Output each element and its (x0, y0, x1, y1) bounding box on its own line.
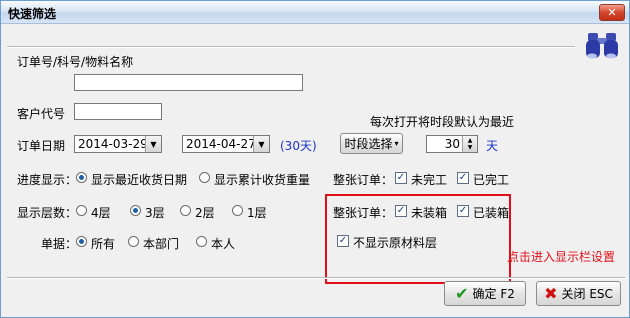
layer-option-3: 3层 (145, 206, 165, 220)
progress-label: 进度显示： (17, 173, 78, 187)
doc-option-all: 所有 (91, 237, 116, 251)
chevron-down-icon[interactable]: ▼ (253, 136, 269, 152)
radio-layer-4[interactable] (76, 205, 87, 216)
layer-option-4: 4层 (91, 206, 111, 220)
unfinished-label: 未完工 (411, 173, 448, 187)
start-date-value: 2014-03-29 (78, 137, 148, 151)
column-settings-link[interactable]: 点击进入显示栏设置 (507, 248, 615, 265)
radio-doc-self[interactable] (196, 236, 207, 247)
chevron-down-icon: ▾ (394, 139, 399, 148)
finished-label: 已完工 (473, 173, 510, 187)
close-icon[interactable]: ✕ (599, 4, 625, 21)
layer-option-2: 2层 (195, 206, 215, 220)
progress-option-recent: 显示最近收货日期 (91, 173, 188, 187)
confirm-label: 确定 F2 (472, 287, 515, 301)
checkbox-finished[interactable]: ✓ (457, 172, 469, 184)
close-glyph: ✕ (607, 6, 617, 19)
start-date-picker[interactable]: 2014-03-29 ▼ (74, 135, 162, 153)
checkmark-icon: ✔ (455, 284, 469, 303)
close-label: 关闭 ESC (561, 287, 613, 301)
stepper-arrows-icon[interactable]: ▲ ▼ (462, 136, 477, 152)
radio-recent-receipt[interactable] (76, 172, 87, 183)
end-date-picker[interactable]: 2014-04-27 ▼ (182, 135, 270, 153)
order-date-label: 订单日期 (17, 139, 66, 153)
order-search-input[interactable] (74, 74, 303, 91)
progress-option-cumulative: 显示累计收货重量 (214, 173, 311, 187)
packed-label: 已装箱 (473, 206, 510, 220)
customer-code-input[interactable] (74, 103, 162, 120)
radio-doc-all[interactable] (76, 236, 87, 247)
confirm-button[interactable]: ✔ 确定 F2 (444, 281, 526, 306)
footer-divider (7, 277, 625, 279)
no-raw-material-label: 不显示原材料层 (353, 236, 438, 250)
order-field-label: 订单号/科号/物料名称 (17, 55, 134, 69)
radio-doc-department[interactable] (128, 236, 139, 247)
doc-option-department: 本部门 (143, 237, 180, 251)
checkbox-unpacked[interactable]: ✓ (395, 205, 407, 217)
checkbox-packed[interactable]: ✓ (457, 205, 469, 217)
radio-layer-1[interactable] (232, 205, 243, 216)
x-icon: ✖ (544, 284, 558, 303)
layers-label: 显示层数： (17, 206, 78, 220)
days-count: (30天) (280, 139, 317, 153)
radio-layer-2[interactable] (180, 205, 191, 216)
window-title: 快速筛选 (8, 7, 57, 21)
doc-option-self: 本人 (211, 237, 236, 251)
default-period-hint: 每次打开将时段默认为最近 (370, 115, 515, 129)
period-select-button[interactable]: 时段选择 ▾ (340, 133, 403, 154)
period-select-label: 时段选择 (344, 137, 393, 151)
days-unit: 天 (486, 139, 499, 153)
close-button[interactable]: ✖ 关闭 ESC (536, 281, 621, 306)
quick-filter-dialog: 快速筛选 ✕ 订单号/科号/物料名称 客户代号 每次打开将时段默认为最近 订单日… (0, 0, 630, 318)
dialog-body: 订单号/科号/物料名称 客户代号 每次打开将时段默认为最近 订单日期 2014-… (1, 24, 629, 317)
checkbox-unfinished[interactable]: ✓ (395, 172, 407, 184)
top-divider (7, 46, 575, 48)
doc-label: 单据： (41, 237, 78, 251)
recent-days-stepper[interactable]: 30 ▲ ▼ (426, 135, 478, 153)
radio-cumulative-weight[interactable] (199, 172, 210, 183)
whole-order-label-1: 整张订单： (333, 173, 394, 187)
checkbox-no-raw-material[interactable]: ✓ (337, 235, 349, 247)
chevron-down-icon[interactable]: ▼ (145, 136, 161, 152)
end-date-value: 2014-04-27 (186, 137, 256, 151)
recent-days-value: 30 (444, 137, 460, 151)
whole-order-label-2: 整张订单： (333, 206, 394, 220)
customer-label: 客户代号 (17, 107, 66, 121)
binoculars-icon (586, 33, 618, 59)
title-bar: 快速筛选 ✕ (1, 1, 629, 24)
radio-layer-3[interactable] (130, 205, 141, 216)
layer-option-1: 1层 (247, 206, 267, 220)
unpacked-label: 未装箱 (411, 206, 448, 220)
